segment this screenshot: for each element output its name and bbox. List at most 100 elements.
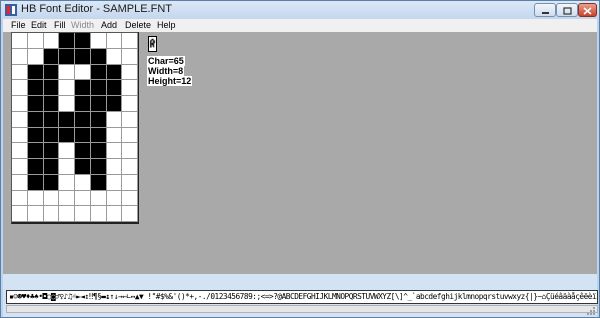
pixel-cell[interactable] xyxy=(90,190,107,207)
pixel-cell[interactable] xyxy=(27,111,44,128)
pixel-cell[interactable] xyxy=(59,33,75,49)
minimize-button[interactable] xyxy=(534,3,556,17)
pixel-cell[interactable] xyxy=(27,80,44,96)
pixel-cell[interactable] xyxy=(59,143,75,159)
pixel-cell[interactable] xyxy=(106,111,123,128)
pixel-cell[interactable] xyxy=(122,64,138,81)
pixel-cell[interactable] xyxy=(75,64,91,81)
pixel-cell[interactable] xyxy=(75,174,91,191)
pixel-cell[interactable] xyxy=(27,127,44,144)
pixel-cell[interactable] xyxy=(75,190,91,207)
pixel-cell[interactable] xyxy=(12,48,28,65)
pixel-cell[interactable] xyxy=(59,174,75,191)
pixel-cell[interactable] xyxy=(27,96,44,112)
pixel-cell[interactable] xyxy=(75,111,91,128)
menu-add[interactable]: Add xyxy=(101,19,117,32)
close-button[interactable] xyxy=(578,3,597,17)
pixel-cell[interactable] xyxy=(122,159,138,175)
pixel-cell[interactable] xyxy=(43,33,60,49)
pixel-cell[interactable] xyxy=(90,159,107,175)
pixel-cell[interactable] xyxy=(122,174,138,191)
pixel-cell[interactable] xyxy=(90,127,107,144)
character-strip[interactable]: ▪☺☻♥♦♣♠•◘○◙♂♀♪♫☼►◄↕‼¶§▬↨↑↓→←∟↔▲▼ !"#$%&'… xyxy=(6,290,598,304)
pixel-cell[interactable] xyxy=(43,80,60,96)
pixel-cell[interactable] xyxy=(43,174,60,191)
pixel-cell[interactable] xyxy=(12,159,28,175)
pixel-cell[interactable] xyxy=(12,127,28,144)
pixel-cell[interactable] xyxy=(90,206,107,222)
menu-fill[interactable]: Fill xyxy=(54,19,66,32)
pixel-cell[interactable] xyxy=(106,174,123,191)
pixel-cell[interactable] xyxy=(12,143,28,159)
pixel-cell[interactable] xyxy=(75,48,91,65)
pixel-cell[interactable] xyxy=(27,48,44,65)
pixel-cell[interactable] xyxy=(43,159,60,175)
pixel-cell[interactable] xyxy=(12,80,28,96)
pixel-cell[interactable] xyxy=(75,80,91,96)
pixel-cell[interactable] xyxy=(59,206,75,222)
pixel-cell[interactable] xyxy=(59,127,75,144)
pixel-cell[interactable] xyxy=(27,33,44,49)
pixel-cell[interactable] xyxy=(12,33,28,49)
pixel-cell[interactable] xyxy=(90,111,107,128)
pixel-cell[interactable] xyxy=(75,159,91,175)
menu-file[interactable]: File xyxy=(11,19,26,32)
pixel-cell[interactable] xyxy=(90,174,107,191)
pixel-cell[interactable] xyxy=(75,206,91,222)
pixel-cell[interactable] xyxy=(75,143,91,159)
pixel-cell[interactable] xyxy=(27,143,44,159)
pixel-cell[interactable] xyxy=(90,64,107,81)
pixel-cell[interactable] xyxy=(106,80,123,96)
pixel-cell[interactable] xyxy=(43,64,60,81)
pixel-cell[interactable] xyxy=(90,80,107,96)
pixel-cell[interactable] xyxy=(12,96,28,112)
pixel-cell[interactable] xyxy=(59,111,75,128)
pixel-cell[interactable] xyxy=(27,174,44,191)
title-bar[interactable]: HB Font Editor - SAMPLE.FNT xyxy=(1,1,599,19)
pixel-cell[interactable] xyxy=(43,127,60,144)
pixel-cell[interactable] xyxy=(75,96,91,112)
pixel-cell[interactable] xyxy=(43,111,60,128)
pixel-cell[interactable] xyxy=(122,48,138,65)
pixel-cell[interactable] xyxy=(12,206,28,222)
pixel-cell[interactable] xyxy=(122,96,138,112)
pixel-cell[interactable] xyxy=(12,111,28,128)
pixel-cell[interactable] xyxy=(43,143,60,159)
maximize-button[interactable] xyxy=(556,3,578,17)
pixel-cell[interactable] xyxy=(106,96,123,112)
menu-delete[interactable]: Delete xyxy=(125,19,151,32)
pixel-cell[interactable] xyxy=(27,64,44,81)
pixel-cell[interactable] xyxy=(75,33,91,49)
pixel-cell[interactable] xyxy=(106,159,123,175)
pixel-cell[interactable] xyxy=(27,206,44,222)
pixel-cell[interactable] xyxy=(90,96,107,112)
pixel-cell[interactable] xyxy=(59,190,75,207)
pixel-cell[interactable] xyxy=(106,206,123,222)
pixel-cell[interactable] xyxy=(90,48,107,65)
pixel-cell[interactable] xyxy=(75,127,91,144)
pixel-cell[interactable] xyxy=(59,48,75,65)
pixel-cell[interactable] xyxy=(27,190,44,207)
pixel-cell[interactable] xyxy=(106,143,123,159)
pixel-cell[interactable] xyxy=(12,64,28,81)
pixel-cell[interactable] xyxy=(43,206,60,222)
pixel-cell[interactable] xyxy=(122,111,138,128)
glyph-pixel-grid[interactable] xyxy=(11,32,139,224)
pixel-cell[interactable] xyxy=(106,33,123,49)
pixel-cell[interactable] xyxy=(106,48,123,65)
pixel-cell[interactable] xyxy=(12,174,28,191)
pixel-cell[interactable] xyxy=(122,80,138,96)
pixel-cell[interactable] xyxy=(59,96,75,112)
pixel-cell[interactable] xyxy=(90,33,107,49)
pixel-cell[interactable] xyxy=(27,159,44,175)
menu-edit[interactable]: Edit xyxy=(31,19,47,32)
pixel-cell[interactable] xyxy=(12,190,28,207)
pixel-cell[interactable] xyxy=(122,143,138,159)
pixel-cell[interactable] xyxy=(106,64,123,81)
pixel-cell[interactable] xyxy=(122,127,138,144)
menu-width[interactable]: Width xyxy=(71,19,94,32)
pixel-cell[interactable] xyxy=(90,143,107,159)
horizontal-scrollbar[interactable] xyxy=(6,305,598,313)
pixel-cell[interactable] xyxy=(43,48,60,65)
pixel-cell[interactable] xyxy=(122,190,138,207)
